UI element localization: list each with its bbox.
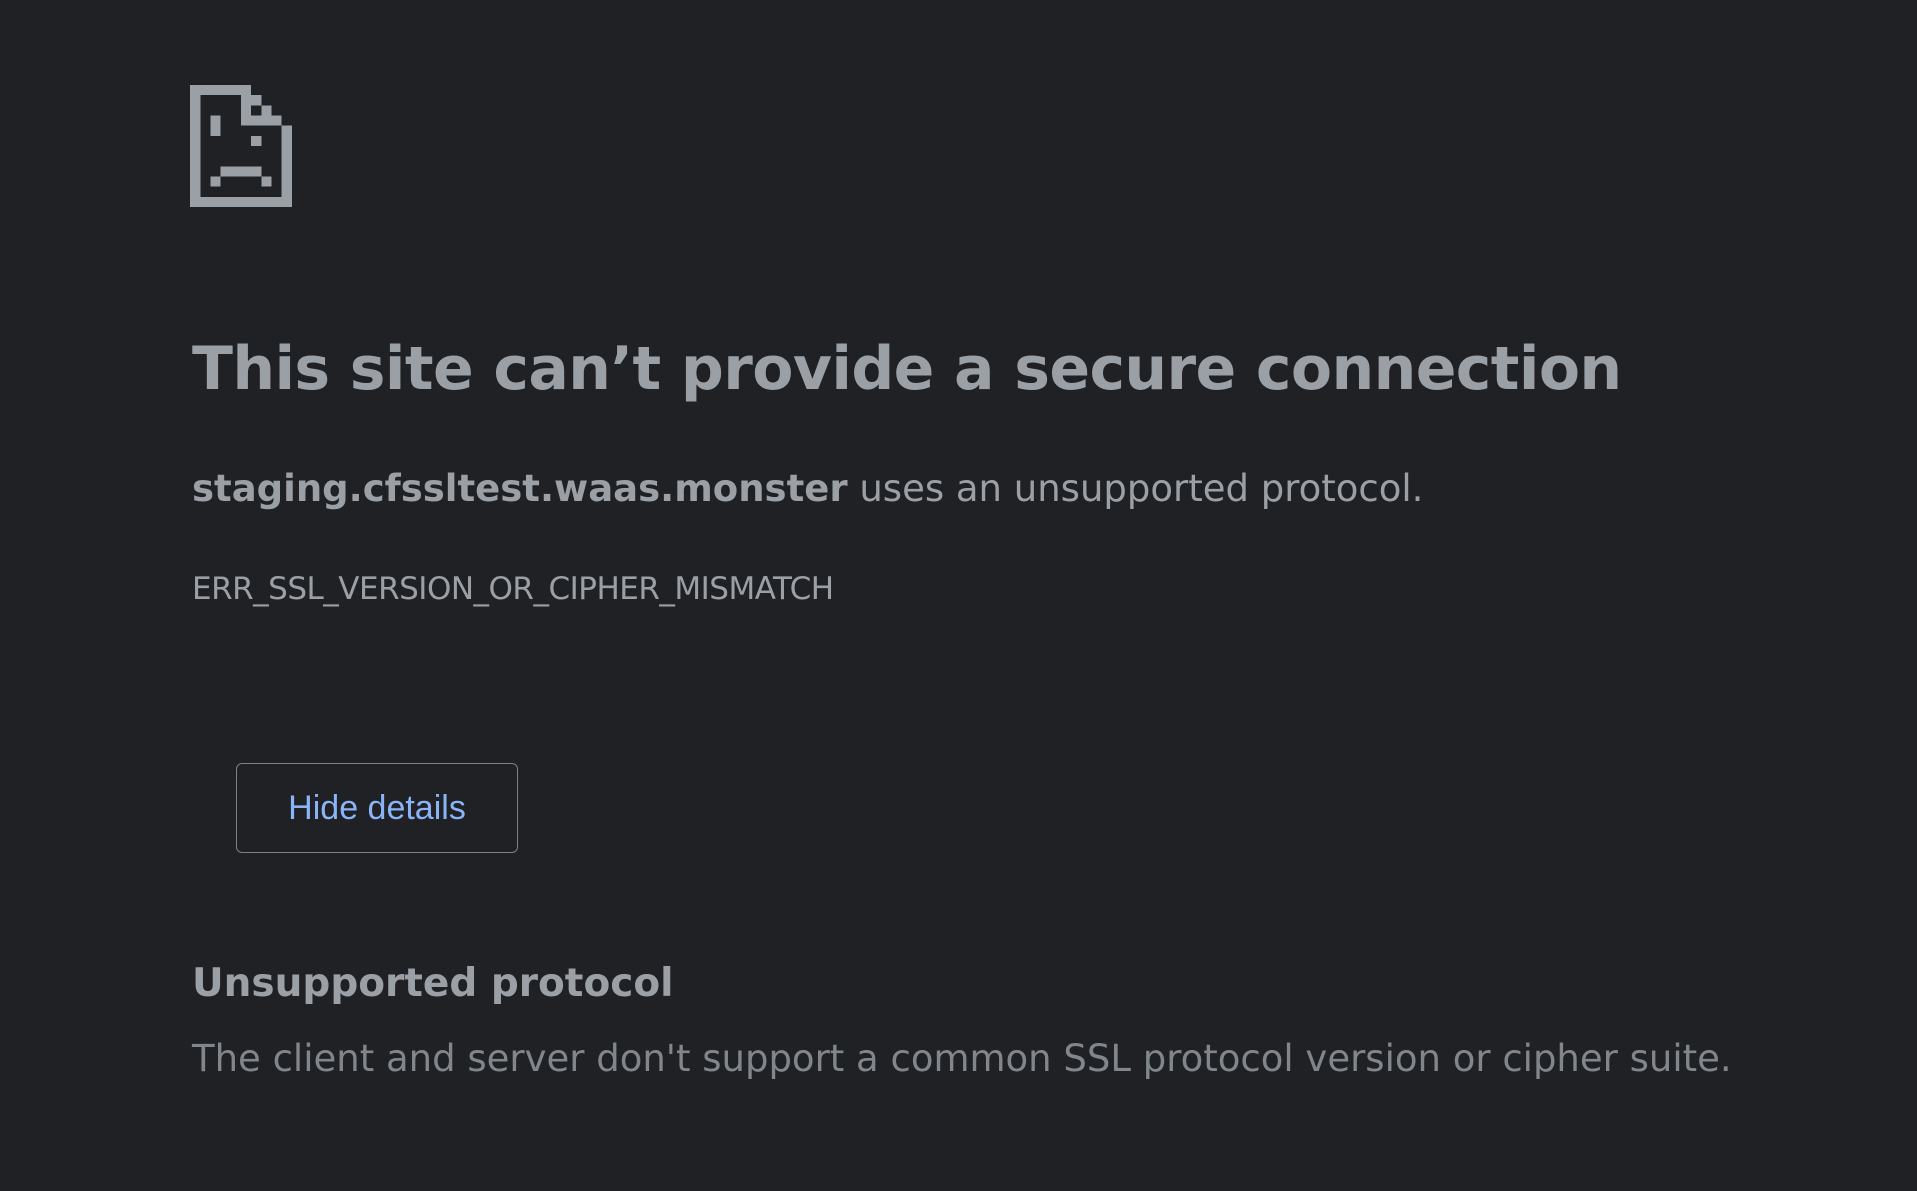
- sad-page-icon: [190, 85, 292, 207]
- error-summary-message: uses an unsupported protocol.: [847, 467, 1424, 510]
- details-text: The client and server don't support a co…: [192, 1037, 1732, 1080]
- error-summary: staging.cfssltest.waas.monster uses an u…: [192, 467, 1423, 511]
- details-heading: Unsupported protocol: [192, 961, 674, 1006]
- error-page: This site can’t provide a secure connect…: [0, 0, 1917, 1191]
- hide-details-button[interactable]: Hide details: [236, 763, 518, 853]
- page-title: This site can’t provide a secure connect…: [192, 334, 1622, 404]
- site-domain: staging.cfssltest.waas.monster: [192, 467, 848, 510]
- error-code: ERR_SSL_VERSION_OR_CIPHER_MISMATCH: [192, 571, 834, 607]
